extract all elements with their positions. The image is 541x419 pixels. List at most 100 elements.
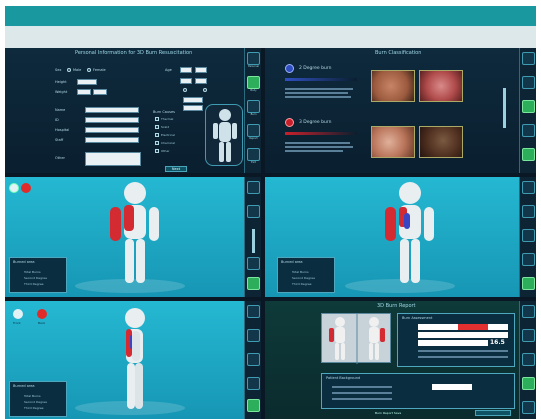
burned-area-box: Burned area Total Burns Second Degree Th… — [9, 381, 67, 417]
month-input[interactable] — [180, 78, 192, 84]
assessment-line-2 — [418, 356, 508, 358]
child-front-model — [110, 182, 159, 283]
hospital-label: Hospital — [55, 128, 70, 132]
burn-icon[interactable] — [522, 353, 535, 366]
day-input[interactable] — [195, 78, 207, 84]
female-label: Female — [93, 68, 106, 72]
third-degree-label: 3 Degree burn — [299, 120, 332, 125]
report-icon[interactable] — [247, 257, 260, 270]
front-view-label: Front — [13, 321, 21, 325]
assessment-row-2 — [418, 332, 508, 338]
third-degree-stat: Third Degree — [292, 282, 312, 286]
sidebar-panel1: Personal Body Burn Report Exit — [244, 48, 261, 173]
sidebar-panel3 — [244, 177, 261, 297]
other-textarea[interactable] — [85, 152, 141, 166]
total-burns-label: Total Burns — [292, 270, 309, 274]
burn-icon[interactable]: Burn — [247, 100, 260, 116]
personal-icon[interactable] — [522, 181, 535, 194]
burn-icon[interactable] — [522, 100, 535, 113]
sex-label: Sex — [55, 68, 62, 72]
second-degree-stat: Second Degree — [24, 276, 47, 280]
body-icon[interactable] — [247, 329, 260, 342]
tbsa-value: 16.5 — [490, 339, 505, 346]
second-degree-bar — [285, 78, 357, 81]
patient-background-box: Patient Background — [321, 373, 515, 409]
burned-area-box: Burned area Total Burns Second Degree Th… — [277, 257, 335, 293]
sidebar-label-personal: Personal — [248, 65, 259, 68]
body-icon[interactable] — [522, 205, 535, 218]
report-icon[interactable] — [522, 253, 535, 266]
male-radio[interactable] — [67, 68, 71, 72]
body-icon[interactable] — [522, 329, 535, 342]
extra-input-1[interactable] — [183, 97, 203, 103]
report-icon[interactable] — [522, 377, 535, 390]
body-icon[interactable] — [522, 76, 535, 89]
body-icon[interactable] — [247, 205, 260, 218]
option-radio-2[interactable] — [203, 88, 207, 92]
option-radio-1[interactable] — [183, 88, 187, 92]
burn-causes-label: Burn Causes — [153, 110, 175, 114]
exit-icon[interactable] — [247, 399, 260, 412]
staff-input[interactable] — [85, 137, 139, 143]
body-icon[interactable]: Body — [247, 76, 260, 92]
screenshot-collage: Personal Information for 3D Burn Resusci… — [0, 0, 541, 419]
exit-icon[interactable] — [247, 277, 260, 290]
female-radio[interactable] — [87, 68, 91, 72]
personal-icon[interactable] — [522, 52, 535, 65]
exit-icon[interactable] — [522, 401, 535, 414]
burned-area-title: Burned area — [13, 384, 35, 388]
zoom-slider[interactable] — [503, 88, 506, 128]
body-side-screen: Front Back Burned area Total Burns Secon… — [5, 301, 261, 419]
save-report-button[interactable] — [475, 410, 511, 416]
sidebar-panel5 — [244, 301, 261, 419]
back-view-label: Back — [38, 321, 46, 325]
burn-report-screen: 3D Burn Report Burn Assessment 16.5 Pati… — [265, 301, 536, 419]
personal-icon[interactable]: Personal — [247, 52, 260, 68]
cause-checkbox-5[interactable] — [155, 149, 159, 153]
id-input[interactable] — [85, 117, 139, 123]
report-figure-thumbs — [329, 314, 385, 364]
body-slider[interactable] — [252, 229, 255, 253]
personal-icon[interactable] — [247, 181, 260, 194]
height-input[interactable] — [77, 79, 97, 85]
cause-label-3: Electrical — [161, 133, 175, 137]
hospital-input[interactable] — [85, 127, 139, 133]
cause-checkbox-3[interactable] — [155, 133, 159, 137]
exit-icon[interactable] — [522, 277, 535, 290]
bg-field-1[interactable] — [432, 384, 472, 390]
personal-icon[interactable] — [522, 305, 535, 318]
burned-area-title: Burned area — [281, 260, 303, 264]
weight-input-2[interactable] — [93, 89, 107, 95]
sidebar-panel6 — [519, 301, 536, 419]
body-front-screen: Burned area Total Burns Second Degree Th… — [5, 177, 261, 297]
back-view-icon[interactable] — [37, 309, 47, 319]
report-figures — [321, 313, 391, 364]
third-degree-photo-1 — [371, 126, 415, 158]
body-back-screen: Burned area Total Burns Second Degree Th… — [265, 177, 536, 297]
exit-icon[interactable] — [522, 148, 535, 161]
burn-icon[interactable] — [247, 353, 260, 366]
id-label: ID — [55, 118, 59, 122]
next-button[interactable]: Next — [165, 166, 187, 172]
rotate-left-icon[interactable] — [9, 183, 19, 193]
cause-checkbox-2[interactable] — [155, 125, 159, 129]
age-label: Age — [165, 68, 172, 72]
personal-icon[interactable] — [247, 305, 260, 318]
sidebar-panel4 — [519, 177, 536, 297]
report-icon[interactable] — [247, 377, 260, 390]
burn-icon[interactable] — [522, 229, 535, 242]
exit-icon[interactable]: Exit — [247, 148, 260, 164]
age-input-2[interactable] — [195, 67, 207, 73]
report-icon[interactable] — [522, 124, 535, 137]
reset-icon[interactable] — [21, 183, 31, 193]
age-input-1[interactable] — [180, 67, 192, 73]
extra-input-2[interactable] — [183, 105, 203, 111]
burn-assessment-title: Burn Assessment — [402, 316, 433, 320]
weight-input-1[interactable] — [77, 89, 91, 95]
front-view-icon[interactable] — [13, 309, 23, 319]
header-bar — [5, 6, 536, 26]
cause-checkbox-4[interactable] — [155, 141, 159, 145]
name-input[interactable] — [85, 107, 139, 113]
cause-checkbox-1[interactable] — [155, 117, 159, 121]
report-icon[interactable]: Report — [247, 124, 260, 140]
